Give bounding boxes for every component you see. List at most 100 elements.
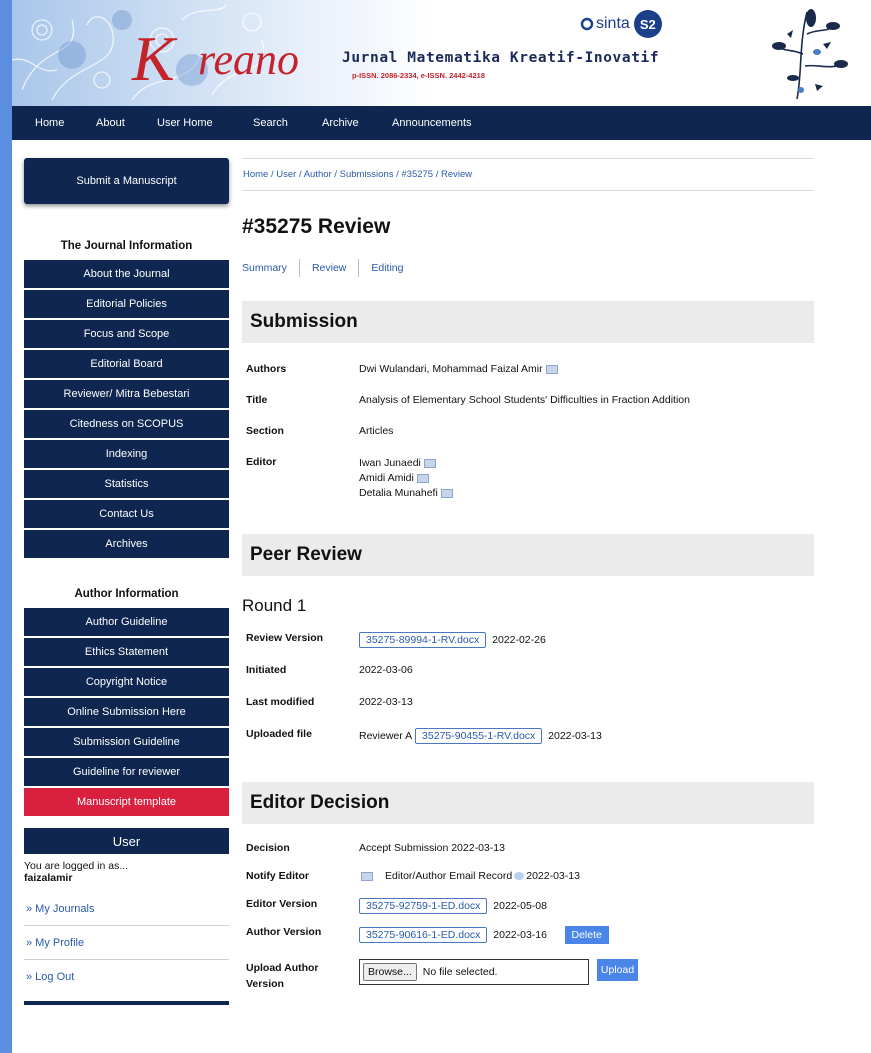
sidebar-item-statistics[interactable]: Statistics [24, 470, 229, 498]
username: faizalamir [24, 872, 73, 884]
sidebar-item-reviewer[interactable]: Reviewer/ Mitra Bebestari [24, 380, 229, 408]
sidebar-item-editorial-policies[interactable]: Editorial Policies [24, 290, 229, 318]
logged-in-text: You are logged in as... [24, 860, 129, 872]
user-block-heading: User [24, 828, 229, 854]
journal-info-heading: The Journal Information [60, 240, 193, 252]
submission-heading: Submission [242, 301, 814, 343]
author-version-date: 2022-03-16 [493, 929, 547, 941]
tab-review[interactable]: Review [312, 262, 346, 274]
editor-name: Iwan Junaedi [359, 457, 421, 469]
sidebar-item-editorial-board[interactable]: Editorial Board [24, 350, 229, 378]
decision-value: Accept Submission 2022-03-13 [359, 842, 505, 854]
review-version-date: 2022-02-26 [492, 634, 546, 646]
sidebar-item-citedness-scopus[interactable]: Citedness on SCOPUS [24, 410, 229, 438]
initiated-label: Initiated [246, 664, 287, 676]
link-my-journals[interactable]: » My Journals [24, 892, 229, 926]
editor-name: Detalia Munahefi [359, 487, 438, 499]
section-label: Section [246, 425, 284, 437]
tab-divider [298, 259, 300, 277]
issn-text: p-ISSN. 2086-2334, e-ISSN. 2442-4218 [352, 71, 485, 80]
nav-home[interactable]: Home [35, 106, 64, 140]
sidebar-item-author-guideline[interactable]: Author Guideline [24, 608, 229, 636]
nav-search[interactable]: Search [253, 106, 288, 140]
upload-button[interactable]: Upload [596, 959, 639, 981]
notify-editor-label: Notify Editor [246, 870, 309, 882]
sidebar-item-about-journal[interactable]: About the Journal [24, 260, 229, 288]
authors-label: Authors [246, 363, 287, 375]
email-record-link[interactable]: Editor/Author Email Record [385, 870, 512, 882]
review-version-label: Review Version [246, 632, 324, 644]
sidebar-item-online-submission[interactable]: Online Submission Here [24, 698, 229, 726]
link-log-out[interactable]: » Log Out [24, 960, 229, 993]
sidebar-item-archives[interactable]: Archives [24, 530, 229, 558]
email-icon[interactable] [545, 364, 558, 374]
breadcrumb[interactable]: Home / User / Author / Submissions / #35… [242, 159, 814, 191]
tab-divider [358, 259, 360, 277]
sinta-logo-icon [580, 17, 594, 31]
section-value: Articles [359, 425, 394, 437]
peer-review-heading: Peer Review [242, 534, 814, 576]
last-modified-label: Last modified [246, 696, 315, 708]
page-title: #35275 Review [242, 215, 391, 238]
sidebar-item-focus-scope[interactable]: Focus and Scope [24, 320, 229, 348]
title-value: Analysis of Elementary School Students' … [359, 394, 690, 406]
sidebar-item-indexing[interactable]: Indexing [24, 440, 229, 468]
title-label: Title [246, 394, 268, 406]
review-version-file-link[interactable]: 35275-89994-1-RV.docx [359, 632, 487, 648]
submit-manuscript-button[interactable]: Submit a Manuscript [24, 158, 229, 204]
logo-text: reano [198, 35, 300, 84]
editor-version-date: 2022-05-08 [493, 900, 547, 912]
nav-about[interactable]: About [96, 106, 125, 140]
plant-ornament-icon [772, 9, 848, 100]
no-file-text: No file selected. [422, 966, 498, 978]
sidebar-item-reviewer-guideline[interactable]: Guideline for reviewer [24, 758, 229, 786]
uploaded-by: Reviewer A [359, 730, 413, 742]
notify-date: 2022-03-13 [526, 870, 580, 882]
sidebar-footer-bar [24, 1001, 229, 1005]
author-version-file-link[interactable]: 35275-90616-1-ED.docx [359, 927, 488, 943]
uploaded-file-label: Uploaded file [246, 728, 312, 740]
logo-initial: K [132, 23, 176, 94]
email-icon[interactable] [440, 488, 453, 498]
sinta-badge-group[interactable]: sinta S2 [580, 10, 662, 38]
initiated-value: 2022-03-06 [359, 664, 413, 676]
sidebar-item-submission-guideline[interactable]: Submission Guideline [24, 728, 229, 756]
email-icon[interactable] [416, 473, 429, 483]
email-icon[interactable] [423, 458, 436, 468]
editor-decision-table: Decision Accept Submission 2022-03-13 No… [246, 842, 639, 1000]
sidebar-item-ethics-statement[interactable]: Ethics Statement [24, 638, 229, 666]
tab-summary[interactable]: Summary [242, 262, 287, 274]
sidebar-item-copyright-notice[interactable]: Copyright Notice [24, 668, 229, 696]
decision-label: Decision [246, 842, 290, 854]
uploaded-file-link[interactable]: 35275-90455-1-RV.docx [415, 728, 543, 744]
journal-name: Jurnal Matematika Kreatif-Inovatif [342, 50, 660, 66]
sinta-rank-badge: S2 [633, 10, 662, 38]
editor-decision-heading: Editor Decision [242, 782, 814, 824]
browse-button[interactable]: Browse... [363, 963, 417, 981]
main-navigation: Home About User Home Search Archive Anno… [12, 106, 871, 140]
editor-version-label: Editor Version [246, 898, 318, 910]
submission-table: Authors Dwi Wulandari, Mohammad Faizal A… [246, 363, 690, 501]
nav-announcements[interactable]: Announcements [392, 106, 472, 140]
sidebar-item-manuscript-template[interactable]: Manuscript template [24, 788, 229, 816]
sinta-label: sinta [596, 15, 630, 32]
file-input[interactable]: Browse... No file selected. [359, 959, 589, 985]
authors-value: Dwi Wulandari, Mohammad Faizal Amir [359, 363, 543, 375]
notify-email-icon[interactable] [361, 871, 373, 881]
nav-user-home[interactable]: User Home [157, 106, 213, 140]
sidebar-item-contact-us[interactable]: Contact Us [24, 500, 229, 528]
editor-name: Amidi Amidi [359, 472, 414, 484]
delete-button[interactable]: Delete [564, 926, 609, 944]
left-accent-bar [0, 0, 12, 1053]
round-label: Round 1 [242, 596, 307, 615]
sidebar: Submit a Manuscript The Journal Informat… [24, 158, 229, 1005]
user-links: » My Journals » My Profile » Log Out [24, 892, 229, 993]
nav-archive[interactable]: Archive [322, 106, 359, 140]
editor-label: Editor [246, 456, 277, 468]
upload-author-version-label: Upload Author Version [246, 962, 319, 990]
tab-editing[interactable]: Editing [371, 262, 403, 274]
author-info-heading: Author Information [74, 588, 179, 600]
submission-tabs: Summary Review Editing [242, 259, 814, 277]
editor-version-file-link[interactable]: 35275-92759-1-ED.docx [359, 898, 488, 914]
link-my-profile[interactable]: » My Profile [24, 926, 229, 960]
